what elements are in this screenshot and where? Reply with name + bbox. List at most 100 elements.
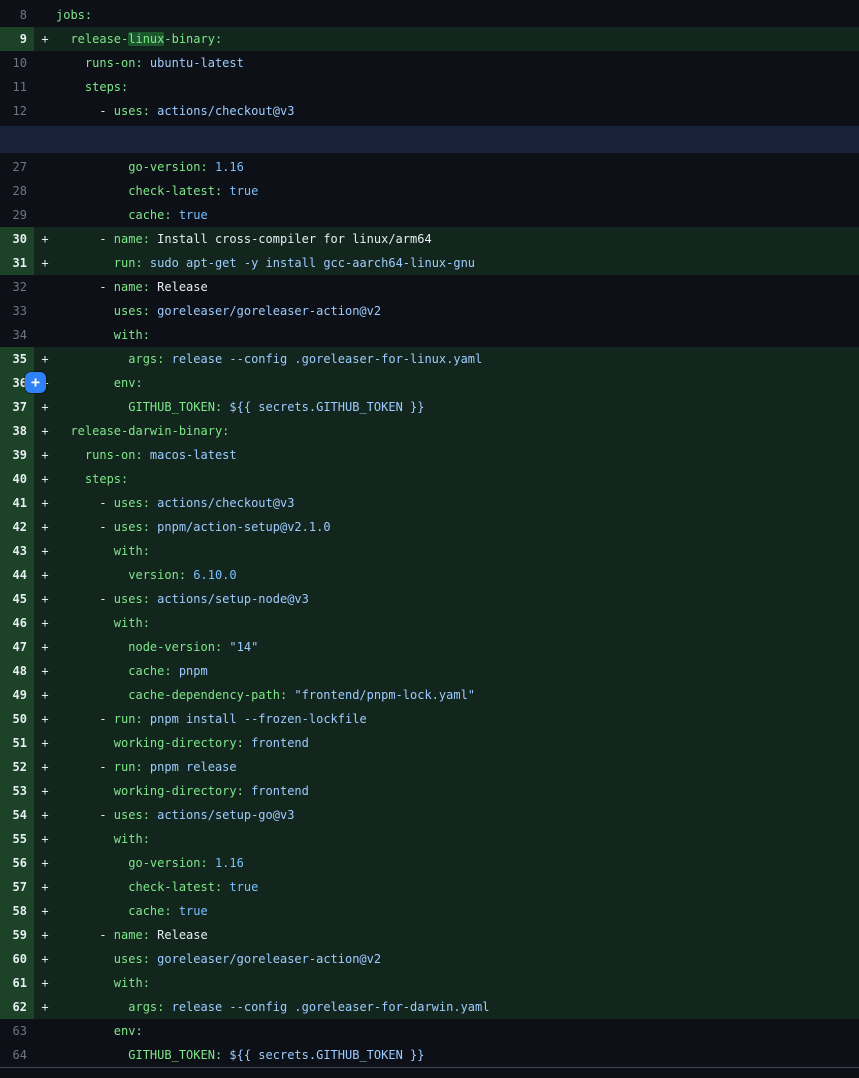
line-number[interactable]: 47 [0,635,34,659]
line-number[interactable]: 42 [0,515,34,539]
line-number[interactable]: 29 [0,203,34,227]
line-number[interactable]: 57 [0,875,34,899]
line-number[interactable]: 50 [0,707,34,731]
added-marker: + [34,731,56,755]
code-line: jobs: [56,3,859,27]
code-segment: - [56,280,114,294]
added-marker: + [34,683,56,707]
line-number[interactable]: 43 [0,539,34,563]
line-number[interactable]: 39 [0,443,34,467]
code-segment: uses: [114,104,150,118]
line-number[interactable]: 46 [0,611,34,635]
diff-row: 35+ args: release --config .goreleaser-f… [0,347,859,371]
line-number[interactable]: 40 [0,467,34,491]
diff-row: 45+ - uses: actions/setup-node@v3 [0,587,859,611]
added-marker: + [34,923,56,947]
line-number[interactable]: 41 [0,491,34,515]
code-segment: actions/checkout@v3 [150,104,295,118]
code-line: steps: [56,467,859,491]
added-marker: + [34,971,56,995]
added-marker: + [34,827,56,851]
added-marker: + [34,515,56,539]
line-number[interactable]: 38 [0,419,34,443]
code-segment: check-latest: [56,184,222,198]
line-number[interactable]: 33 [0,299,34,323]
code-segment: run: [114,712,143,726]
line-number[interactable]: 61 [0,971,34,995]
line-number[interactable]: 11 [0,75,34,99]
line-number[interactable]: 35 [0,347,34,371]
line-number[interactable]: 58 [0,899,34,923]
diff-marker [34,51,56,75]
code-segment: frontend [244,736,309,750]
line-number[interactable]: 63 [0,1019,34,1043]
code-line: go-version: 1.16 [56,155,859,179]
code-segment: run: [56,256,143,270]
code-segment: sudo apt-get -y install gcc-aarch64-linu… [143,256,475,270]
line-number[interactable]: 52 [0,755,34,779]
diff-row: 55+ with: [0,827,859,851]
code-segment: uses: [114,496,150,510]
line-number[interactable]: 51 [0,731,34,755]
code-line: - uses: pnpm/action-setup@v2.1.0 [56,515,859,539]
diff-marker [34,179,56,203]
code-segment: cache: [56,664,172,678]
line-number[interactable]: 48 [0,659,34,683]
expand-hunk-band[interactable] [0,126,859,153]
code-segment: actions/setup-go@v3 [150,808,295,822]
line-number[interactable]: 34 [0,323,34,347]
code-segment: working-directory: [56,784,244,798]
added-marker: + [34,227,56,251]
diff-row: 61+ with: [0,971,859,995]
line-number[interactable]: 55 [0,827,34,851]
line-number[interactable]: 64 [0,1043,34,1067]
code-line: runs-on: macos-latest [56,443,859,467]
line-number[interactable]: 12 [0,99,34,123]
line-number[interactable]: 9 [0,27,34,51]
code-segment: release --config .goreleaser-for-linux.y… [164,352,482,366]
code-segment: GITHUB_TOKEN: [56,1048,222,1062]
line-number[interactable]: 45 [0,587,34,611]
line-number[interactable]: 32 [0,275,34,299]
code-segment: with: [56,832,150,846]
line-number[interactable]: 37 [0,395,34,419]
added-marker: + [34,491,56,515]
code-line: - uses: actions/setup-node@v3 [56,587,859,611]
add-comment-button[interactable]: + [25,372,46,393]
code-segment: uses: [114,592,150,606]
line-number[interactable]: 8 [0,3,34,27]
diff-marker [34,75,56,99]
line-number[interactable]: 10 [0,51,34,75]
line-number[interactable]: 49 [0,683,34,707]
code-segment: - [56,712,114,726]
line-number[interactable]: 59 [0,923,34,947]
code-line: release-linux-binary: [56,27,859,51]
code-segment: pnpm/action-setup@v2.1.0 [150,520,331,534]
line-number[interactable]: 54 [0,803,34,827]
diff-row: 8 jobs: [0,3,859,27]
line-number[interactable]: 44 [0,563,34,587]
added-marker: + [34,27,56,51]
diff-marker [34,99,56,123]
line-number[interactable]: 62 [0,995,34,1019]
diff-row: 46+ with: [0,611,859,635]
code-segment: true [222,184,258,198]
diff-row: 37+ GITHUB_TOKEN: ${{ secrets.GITHUB_TOK… [0,395,859,419]
code-segment: go-version: [56,856,208,870]
added-marker: + [34,347,56,371]
line-number[interactable]: 27 [0,155,34,179]
code-segment: pnpm release [143,760,237,774]
line-number[interactable]: 60 [0,947,34,971]
code-segment: - [56,520,114,534]
line-number[interactable]: 28 [0,179,34,203]
line-number[interactable]: 56 [0,851,34,875]
line-number[interactable]: 31 [0,251,34,275]
code-segment: actions/setup-node@v3 [150,592,309,606]
diff-row: 34 with: [0,323,859,347]
diff-row: 38+ release-darwin-binary: [0,419,859,443]
line-number[interactable]: 53 [0,779,34,803]
added-marker: + [34,611,56,635]
line-number[interactable]: 30 [0,227,34,251]
code-segment: linux [128,32,164,46]
diff-row: 42+ - uses: pnpm/action-setup@v2.1.0 [0,515,859,539]
